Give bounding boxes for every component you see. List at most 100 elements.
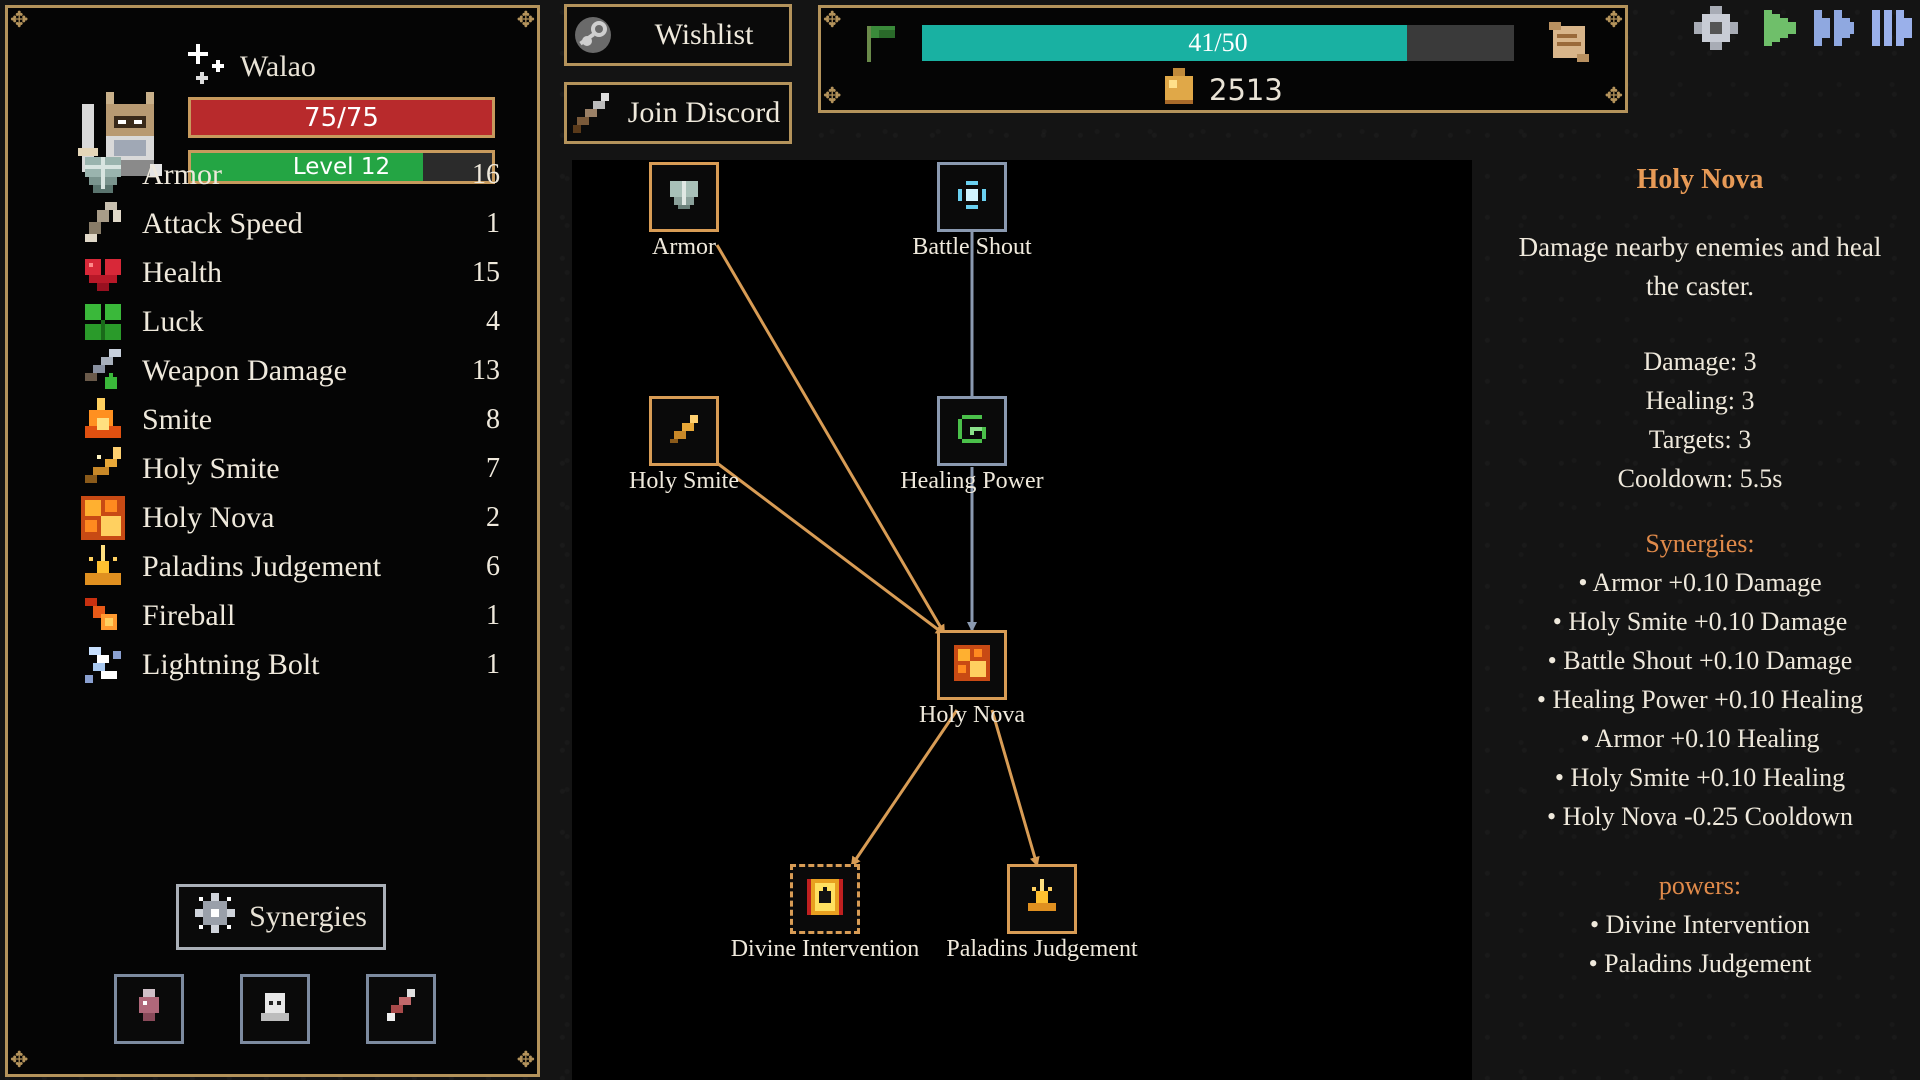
- skill-detail-stats: Damage: 3 Healing: 3 Targets: 3 Cooldown: 5…: [1480, 342, 1920, 498]
- xp-gold-panel: ✥ ✥ ✥ ✥ 41/50 2513: [818, 5, 1628, 113]
- powers-heading: powers:: [1658, 871, 1742, 900]
- node-paladins-judgement-label: Paladins Judgement: [946, 936, 1138, 962]
- quill-icon: [567, 93, 619, 133]
- join-discord-label: Join Discord: [627, 96, 781, 129]
- stat-value: 1: [486, 649, 500, 680]
- xp-bar: 41/50: [922, 25, 1514, 61]
- join-discord-button[interactable]: Join Discord: [564, 82, 792, 144]
- stat-label: Holy Nova: [142, 501, 275, 534]
- stat-value: 2: [486, 502, 500, 533]
- skill-stat-line: Targets: 3: [1648, 425, 1752, 454]
- player-name-row: Walao: [188, 44, 316, 89]
- node-holy-smite[interactable]: [649, 396, 719, 466]
- stat-label: Paladins Judgement: [142, 550, 382, 583]
- stat-value: 8: [486, 404, 500, 435]
- clover-icon: [80, 299, 126, 345]
- health-bar: 75/75: [188, 97, 495, 138]
- character-panel: ✥ ✥ ✥ ✥ Walao 75/75 Level 12 Armor 16 At…: [5, 5, 540, 1077]
- node-battle-shout-label: Battle Shout: [912, 234, 1032, 260]
- feather-icon: [383, 988, 419, 1030]
- holy-nova-icon: [80, 495, 126, 541]
- stat-label: Lightning Bolt: [142, 648, 320, 681]
- corner-ornament: ✥: [516, 1048, 535, 1073]
- shield-icon: [666, 177, 702, 218]
- powers-list: • Divine Intervention • Paladins Judgemen…: [1480, 905, 1920, 983]
- skill-stat-line: Cooldown: 5.5s: [1617, 464, 1783, 493]
- play-icon[interactable]: [1756, 6, 1800, 50]
- wishlist-button[interactable]: Wishlist: [564, 4, 792, 66]
- scroll-map-icon[interactable]: [1549, 22, 1589, 67]
- skill-detail-panel: Holy Nova Damage nearby enemies and heal…: [1480, 160, 1920, 983]
- flame-icon: [80, 397, 126, 443]
- stat-value: 6: [486, 551, 500, 582]
- synergy-star-icon: [195, 893, 236, 941]
- edge-holy-nova-to-divine-intervention: [850, 709, 959, 867]
- node-battle-shout[interactable]: [937, 162, 1007, 232]
- stat-label: Weapon Damage: [142, 354, 347, 387]
- synergies-heading: Synergies:: [1645, 529, 1755, 558]
- steam-icon: [567, 15, 619, 55]
- sword-icon: [80, 348, 126, 394]
- stat-label: Attack Speed: [142, 207, 303, 240]
- battle-shout-icon: [954, 177, 990, 218]
- node-healing-power[interactable]: [937, 396, 1007, 466]
- heart-icon: [80, 250, 126, 296]
- divine-intervention-icon: [807, 878, 843, 920]
- gold-display: 2513: [1161, 68, 1283, 111]
- gold-pouch-icon: [1161, 68, 1197, 111]
- corner-ornament: ✥: [823, 84, 842, 109]
- power-line: • Paladins Judgement: [1588, 949, 1812, 978]
- flag-icon: [863, 22, 903, 67]
- healing-power-icon: [954, 411, 990, 452]
- skill-stat-line: Damage: 3: [1643, 347, 1757, 376]
- node-divine-intervention-label: Divine Intervention: [730, 936, 920, 962]
- corner-ornament: ✥: [516, 8, 535, 33]
- synergies-button[interactable]: Synergies: [176, 884, 386, 950]
- skill-stat-line: Healing: 3: [1645, 386, 1755, 415]
- shield-icon: [80, 152, 126, 198]
- inventory-slot-feather[interactable]: [366, 974, 436, 1044]
- inventory-slot-gem[interactable]: [114, 974, 184, 1044]
- health-text: 75/75: [304, 103, 379, 133]
- fastest-forward-icon[interactable]: [1872, 6, 1916, 50]
- inventory-slot-skull[interactable]: [240, 974, 310, 1044]
- stat-row-lightning-bolt[interactable]: Lightning Bolt 1: [80, 635, 500, 695]
- stat-label: Holy Smite: [142, 452, 280, 485]
- claw-icon: [80, 201, 126, 247]
- corner-ornament: ✥: [1604, 8, 1623, 33]
- stat-label: Luck: [142, 305, 204, 338]
- player-name: Walao: [240, 49, 316, 83]
- node-holy-nova-label: Holy Nova: [919, 702, 1025, 728]
- stat-value: 15: [472, 257, 500, 288]
- edge-holy-nova-to-paladins-judgement: [990, 709, 1040, 867]
- skill-detail-description: Damage nearby enemies and heal the caste…: [1518, 232, 1882, 301]
- corner-ornament: ✥: [1604, 84, 1623, 109]
- node-armor[interactable]: [649, 162, 719, 232]
- holy-smite-icon: [666, 411, 702, 452]
- node-paladins-judgement[interactable]: [1007, 864, 1077, 934]
- stat-value: 13: [472, 355, 500, 386]
- sparkle-icon: [188, 44, 228, 89]
- node-healing-power-label: Healing Power: [900, 468, 1044, 494]
- lightning-icon: [80, 642, 126, 688]
- node-divine-intervention[interactable]: [790, 864, 860, 934]
- skill-detail-title: Holy Nova: [1636, 164, 1764, 195]
- synergy-line: • Holy Nova -0.25 Cooldown: [1547, 802, 1853, 831]
- skill-tree: Armor Battle Shout Holy Smite Healing Po…: [572, 160, 1472, 1080]
- corner-ornament: ✥: [10, 8, 29, 33]
- stat-value: 4: [486, 306, 500, 337]
- stat-label: Armor: [142, 158, 222, 191]
- judgement-icon: [80, 544, 126, 590]
- synergy-line: • Armor +0.10 Damage: [1578, 568, 1822, 597]
- node-holy-smite-label: Holy Smite: [628, 468, 739, 494]
- settings-gear-icon[interactable]: [1694, 6, 1738, 50]
- node-holy-nova[interactable]: [937, 630, 1007, 700]
- synergies-list: • Armor +0.10 Damage • Holy Smite +0.10 D…: [1480, 563, 1920, 836]
- wishlist-label: Wishlist: [654, 18, 754, 51]
- synergy-line: • Holy Smite +0.10 Healing: [1554, 763, 1846, 792]
- gem-icon: [131, 988, 167, 1030]
- synergies-button-label: Synergies: [249, 900, 367, 933]
- fast-forward-icon[interactable]: [1814, 6, 1858, 50]
- fireball-icon: [80, 593, 126, 639]
- synergy-line: • Holy Smite +0.10 Damage: [1552, 607, 1848, 636]
